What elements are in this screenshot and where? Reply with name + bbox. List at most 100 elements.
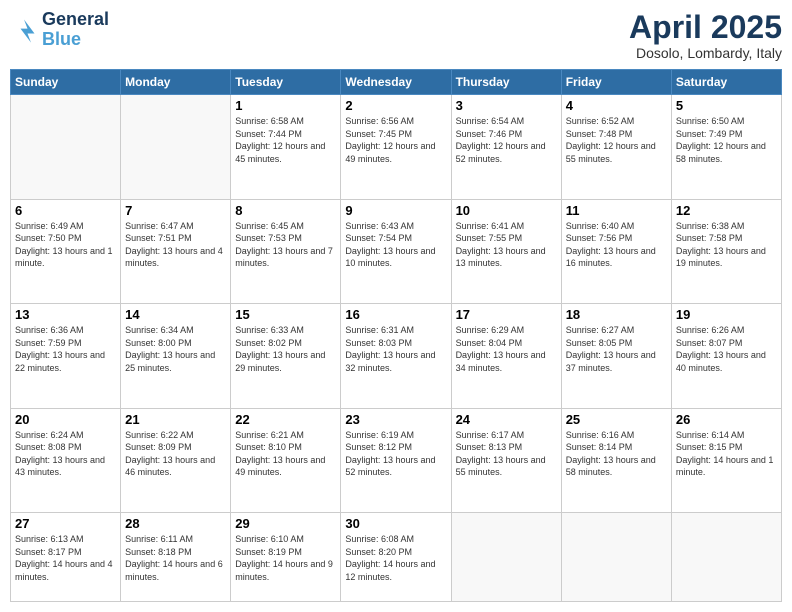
day-number: 2 [345, 98, 446, 113]
calendar-cell: 2 Sunrise: 6:56 AMSunset: 7:45 PMDaylight… [341, 95, 451, 199]
calendar-cell: 6 Sunrise: 6:49 AMSunset: 7:50 PMDaylight… [11, 199, 121, 303]
day-number: 30 [345, 516, 446, 531]
day-number: 11 [566, 203, 667, 218]
day-number: 17 [456, 307, 557, 322]
calendar-cell: 14 Sunrise: 6:34 AMSunset: 8:00 PMDayligh… [121, 304, 231, 408]
calendar-cell: 30 Sunrise: 6:08 AMSunset: 8:20 PMDayligh… [341, 512, 451, 601]
calendar-cell: 9 Sunrise: 6:43 AMSunset: 7:54 PMDaylight… [341, 199, 451, 303]
calendar-cell: 11Sunrise: 6:40 AMSunset: 7:56 PMDayligh… [561, 199, 671, 303]
calendar-cell [561, 512, 671, 601]
day-info: Sunrise: 6:21 AMSunset: 8:10 PMDaylight:… [235, 429, 336, 479]
weekday-header-row: SundayMondayTuesdayWednesdayThursdayFrid… [11, 70, 782, 95]
day-number: 10 [456, 203, 557, 218]
day-number: 25 [566, 412, 667, 427]
day-number: 15 [235, 307, 336, 322]
day-info: Sunrise: 6:24 AMSunset: 8:08 PMDaylight:… [15, 429, 116, 479]
day-number: 27 [15, 516, 116, 531]
logo-line1: General [42, 10, 109, 30]
calendar-cell: 7 Sunrise: 6:47 AMSunset: 7:51 PMDaylight… [121, 199, 231, 303]
calendar-cell: 15Sunrise: 6:33 AMSunset: 8:02 PMDayligh… [231, 304, 341, 408]
calendar-cell: 21 Sunrise: 6:22 AMSunset: 8:09 PMDayligh… [121, 408, 231, 512]
calendar-title: April 2025 [629, 10, 782, 45]
day-number: 3 [456, 98, 557, 113]
weekday-header-sunday: Sunday [11, 70, 121, 95]
day-number: 8 [235, 203, 336, 218]
weekday-header-monday: Monday [121, 70, 231, 95]
calendar-cell [11, 95, 121, 199]
calendar-cell: 5Sunrise: 6:50 AMSunset: 7:49 PMDaylight… [671, 95, 781, 199]
calendar-table: SundayMondayTuesdayWednesdayThursdayFrid… [10, 69, 782, 602]
logo-icon [10, 16, 38, 44]
calendar-cell: 25 Sunrise: 6:16 AMSunset: 8:14 PMDayligh… [561, 408, 671, 512]
day-info: Sunrise: 6:43 AMSunset: 7:54 PMDaylight:… [345, 220, 446, 270]
day-info: Sunrise: 6:52 AMSunset: 7:48 PMDaylight:… [566, 115, 667, 165]
day-info: Sunrise: 6:47 AMSunset: 7:51 PMDaylight:… [125, 220, 226, 270]
calendar-subtitle: Dosolo, Lombardy, Italy [629, 45, 782, 61]
day-number: 5 [676, 98, 777, 113]
day-info: Sunrise: 6:26 AMSunset: 8:07 PMDaylight:… [676, 324, 777, 374]
day-number: 1 [235, 98, 336, 113]
day-info: Sunrise: 6:27 AMSunset: 8:05 PMDaylight:… [566, 324, 667, 374]
calendar-cell [451, 512, 561, 601]
weekday-header-saturday: Saturday [671, 70, 781, 95]
day-number: 29 [235, 516, 336, 531]
day-info: Sunrise: 6:14 AMSunset: 8:15 PMDaylight:… [676, 429, 777, 479]
day-info: Sunrise: 6:34 AMSunset: 8:00 PMDaylight:… [125, 324, 226, 374]
week-row-1: 1Sunrise: 6:58 AMSunset: 7:44 PMDaylight… [11, 95, 782, 199]
day-info: Sunrise: 6:54 AMSunset: 7:46 PMDaylight:… [456, 115, 557, 165]
day-info: Sunrise: 6:16 AMSunset: 8:14 PMDaylight:… [566, 429, 667, 479]
page: General Blue April 2025 Dosolo, Lombardy… [0, 0, 792, 612]
day-info: Sunrise: 6:13 AMSunset: 8:17 PMDaylight:… [15, 533, 116, 583]
day-info: Sunrise: 6:31 AMSunset: 8:03 PMDaylight:… [345, 324, 446, 374]
day-info: Sunrise: 6:56 AMSunset: 7:45 PMDaylight:… [345, 115, 446, 165]
calendar-cell: 20Sunrise: 6:24 AMSunset: 8:08 PMDayligh… [11, 408, 121, 512]
calendar-cell: 26 Sunrise: 6:14 AMSunset: 8:15 PMDayligh… [671, 408, 781, 512]
calendar-cell: 22 Sunrise: 6:21 AMSunset: 8:10 PMDayligh… [231, 408, 341, 512]
day-number: 7 [125, 203, 226, 218]
calendar-cell: 18 Sunrise: 6:27 AMSunset: 8:05 PMDayligh… [561, 304, 671, 408]
calendar-cell: 27 Sunrise: 6:13 AMSunset: 8:17 PMDayligh… [11, 512, 121, 601]
calendar-cell: 10 Sunrise: 6:41 AMSunset: 7:55 PMDayligh… [451, 199, 561, 303]
weekday-header-wednesday: Wednesday [341, 70, 451, 95]
day-number: 16 [345, 307, 446, 322]
calendar-cell [671, 512, 781, 601]
calendar-cell: 1Sunrise: 6:58 AMSunset: 7:44 PMDaylight… [231, 95, 341, 199]
day-info: Sunrise: 6:19 AMSunset: 8:12 PMDaylight:… [345, 429, 446, 479]
day-number: 6 [15, 203, 116, 218]
day-info: Sunrise: 6:49 AMSunset: 7:50 PMDaylight:… [15, 220, 116, 270]
week-row-5: 27 Sunrise: 6:13 AMSunset: 8:17 PMDayligh… [11, 512, 782, 601]
day-number: 22 [235, 412, 336, 427]
day-number: 23 [345, 412, 446, 427]
weekday-header-thursday: Thursday [451, 70, 561, 95]
day-number: 21 [125, 412, 226, 427]
week-row-2: 6 Sunrise: 6:49 AMSunset: 7:50 PMDaylight… [11, 199, 782, 303]
week-row-3: 13Sunrise: 6:36 AMSunset: 7:59 PMDayligh… [11, 304, 782, 408]
day-number: 28 [125, 516, 226, 531]
header: General Blue April 2025 Dosolo, Lombardy… [10, 10, 782, 61]
day-number: 9 [345, 203, 446, 218]
day-info: Sunrise: 6:41 AMSunset: 7:55 PMDaylight:… [456, 220, 557, 270]
day-number: 4 [566, 98, 667, 113]
calendar-cell: 23 Sunrise: 6:19 AMSunset: 8:12 PMDayligh… [341, 408, 451, 512]
calendar-cell: 19 Sunrise: 6:26 AMSunset: 8:07 PMDayligh… [671, 304, 781, 408]
calendar-cell: 28Sunrise: 6:11 AMSunset: 8:18 PMDayligh… [121, 512, 231, 601]
day-info: Sunrise: 6:22 AMSunset: 8:09 PMDaylight:… [125, 429, 226, 479]
day-info: Sunrise: 6:45 AMSunset: 7:53 PMDaylight:… [235, 220, 336, 270]
calendar-cell: 29Sunrise: 6:10 AMSunset: 8:19 PMDayligh… [231, 512, 341, 601]
day-info: Sunrise: 6:17 AMSunset: 8:13 PMDaylight:… [456, 429, 557, 479]
calendar-cell: 8 Sunrise: 6:45 AMSunset: 7:53 PMDaylight… [231, 199, 341, 303]
logo-text: General Blue [42, 10, 109, 50]
day-info: Sunrise: 6:36 AMSunset: 7:59 PMDaylight:… [15, 324, 116, 374]
day-number: 18 [566, 307, 667, 322]
day-info: Sunrise: 6:38 AMSunset: 7:58 PMDaylight:… [676, 220, 777, 270]
title-block: April 2025 Dosolo, Lombardy, Italy [629, 10, 782, 61]
day-number: 19 [676, 307, 777, 322]
logo-line2: Blue [42, 30, 109, 50]
calendar-cell: 12 Sunrise: 6:38 AMSunset: 7:58 PMDayligh… [671, 199, 781, 303]
day-number: 12 [676, 203, 777, 218]
day-number: 14 [125, 307, 226, 322]
day-number: 26 [676, 412, 777, 427]
calendar-cell: 17 Sunrise: 6:29 AMSunset: 8:04 PMDayligh… [451, 304, 561, 408]
day-info: Sunrise: 6:08 AMSunset: 8:20 PMDaylight:… [345, 533, 446, 583]
day-info: Sunrise: 6:29 AMSunset: 8:04 PMDaylight:… [456, 324, 557, 374]
